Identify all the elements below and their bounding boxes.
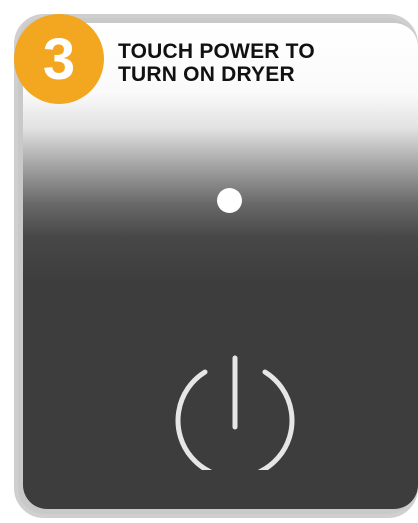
instruction-text: TOUCH POWER TO TURN ON DRYER bbox=[118, 40, 315, 86]
power-icon bbox=[175, 355, 295, 470]
power-button[interactable] bbox=[160, 350, 310, 470]
step-number: 3 bbox=[42, 27, 76, 92]
step-badge: 3 bbox=[14, 14, 104, 104]
indicator-light bbox=[217, 188, 242, 213]
dryer-control-illustration: 3 TOUCH POWER TO TURN ON DRYER bbox=[0, 0, 418, 523]
